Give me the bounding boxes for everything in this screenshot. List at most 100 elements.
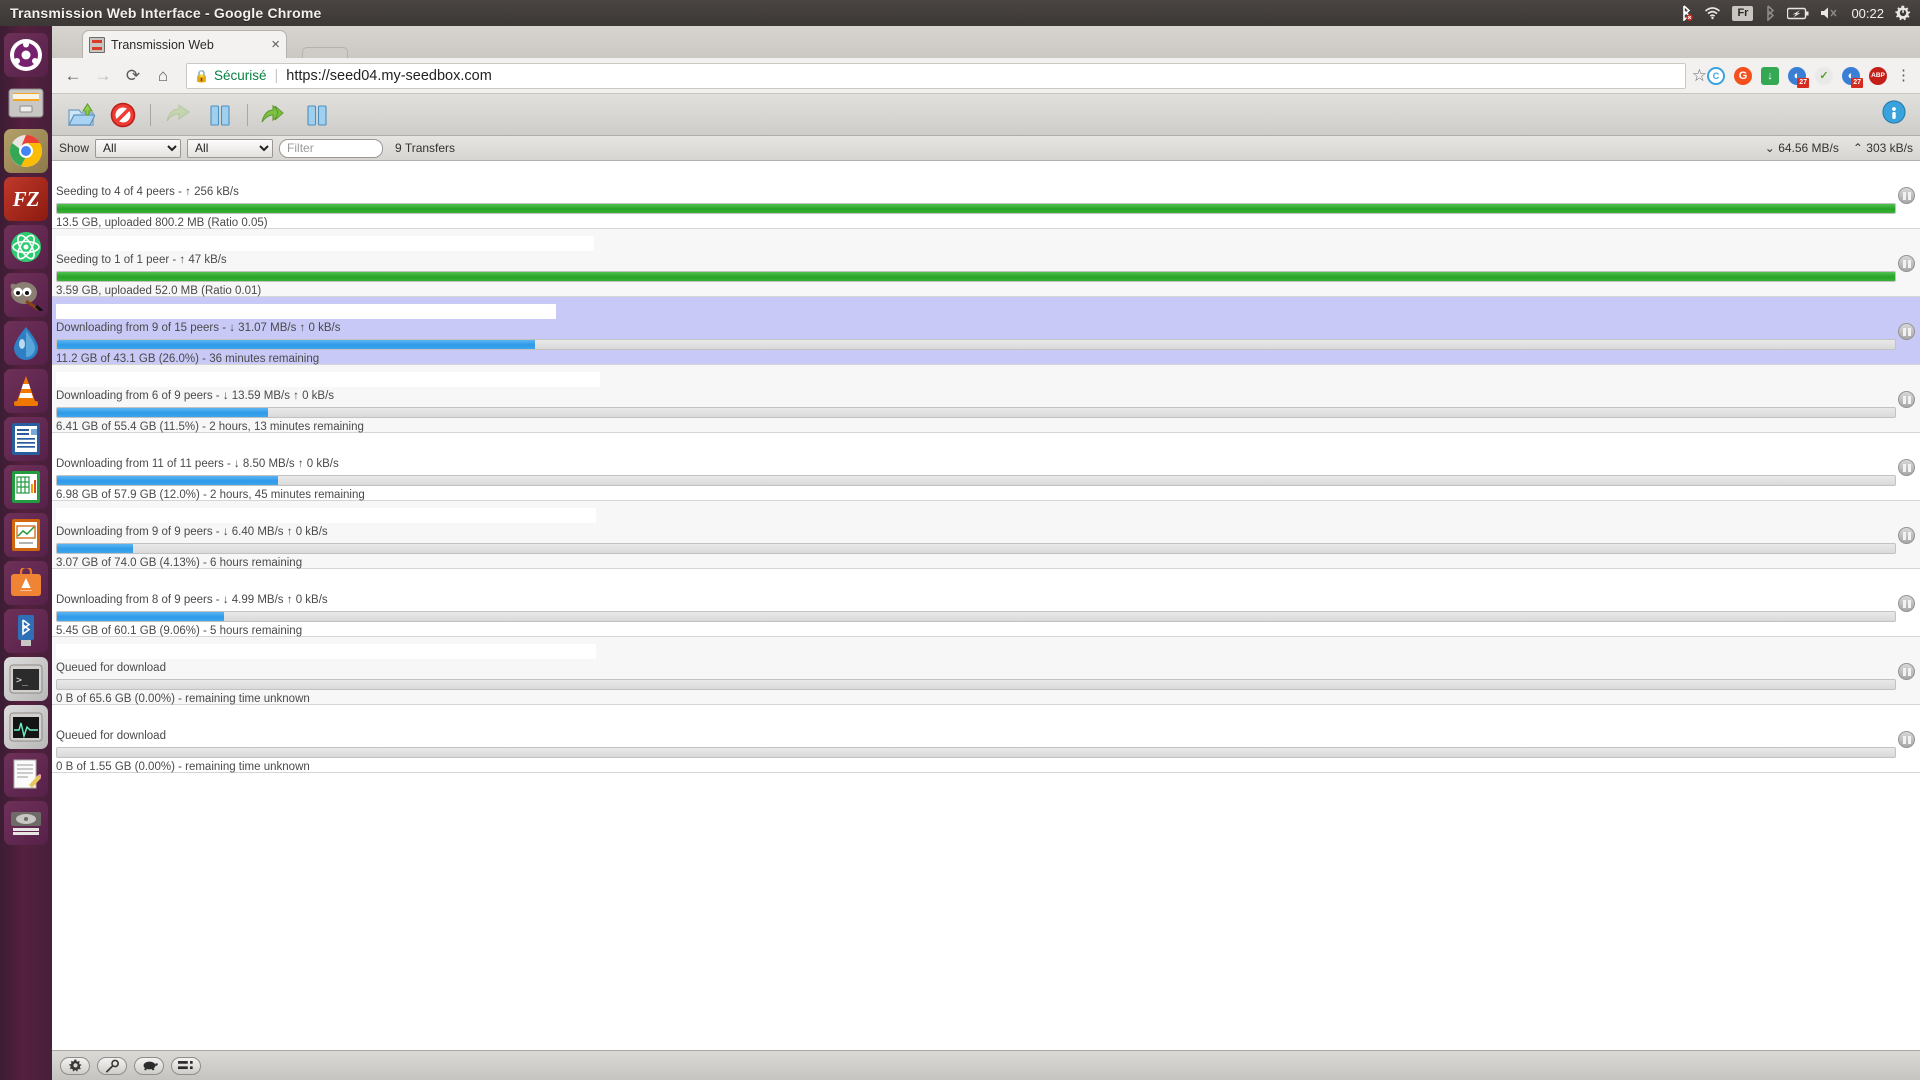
download-speed-value: 64.56 MB/s <box>1778 141 1839 155</box>
address-bar[interactable]: 🔒 Sécurisé | https://seed04.my-seedbox.c… <box>186 62 1686 89</box>
pause-circle-icon[interactable] <box>1898 187 1915 204</box>
pause-circle-icon[interactable] <box>1898 595 1915 612</box>
torrent-row[interactable]: Seeding to 1 of 1 peer - ↑ 47 kB/s 3.59 G… <box>52 229 1920 297</box>
star-icon[interactable]: ☆ <box>1692 66 1707 86</box>
launcher-item-gimp[interactable] <box>4 273 48 317</box>
filter-input[interactable] <box>279 138 384 158</box>
pause-circle-icon[interactable] <box>1898 255 1915 272</box>
transmission-favicon <box>89 36 105 53</box>
extension-icon-5[interactable]: ✓ <box>1815 66 1833 85</box>
back-button[interactable]: ← <box>58 61 88 91</box>
pause-circle-icon[interactable] <box>1898 391 1915 408</box>
torrent-row[interactable]: Downloading from 9 of 9 peers - ↓ 6.40 M… <box>52 501 1920 569</box>
torrent-progress-bar <box>56 679 1896 690</box>
kebab-menu-icon[interactable]: ⋮ <box>1896 68 1911 83</box>
reload-button[interactable]: ⟳ <box>118 61 148 91</box>
compact-view-button[interactable] <box>171 1056 201 1075</box>
pause-circle-icon[interactable] <box>1898 731 1915 748</box>
torrent-peer-status: Downloading from 11 of 11 peers - ↓ 8.50… <box>56 458 339 470</box>
clock[interactable]: 00:22 <box>1851 6 1884 21</box>
upload-speed-value: 303 kB/s <box>1866 141 1913 155</box>
launcher-item-disks[interactable] <box>4 801 48 845</box>
home-button[interactable]: ⌂ <box>148 61 178 91</box>
torrent-name <box>56 236 594 251</box>
torrent-name <box>56 712 596 727</box>
torrent-name <box>56 304 556 319</box>
transmission-toolbar <box>52 94 1920 136</box>
torrent-name <box>56 440 636 455</box>
keyboard-layout-indicator[interactable]: Fr <box>1732 5 1754 21</box>
alt-speed-button[interactable] <box>134 1056 164 1075</box>
launcher-item-ubuntu-software[interactable] <box>4 561 48 605</box>
torrent-progress-bar <box>56 747 1896 758</box>
no-entry-icon[interactable] <box>102 98 144 132</box>
launcher-item-text-editor[interactable] <box>4 753 48 797</box>
state-filter-select[interactable]: All <box>95 138 182 158</box>
torrent-row[interactable]: Queued for download 0 B of 65.6 GB (0.00%… <box>52 637 1920 705</box>
launcher-item-filezilla[interactable]: FZ <box>4 177 48 221</box>
pause-circle-icon[interactable] <box>1898 527 1915 544</box>
torrent-peer-status: Downloading from 9 of 15 peers - ↓ 31.07… <box>56 322 341 334</box>
new-tab-button[interactable] <box>302 47 348 58</box>
torrent-peer-status: Downloading from 9 of 9 peers - ↓ 6.40 M… <box>56 526 328 538</box>
extension-icon-1[interactable]: C <box>1707 66 1725 85</box>
torrent-row[interactable]: Downloading from 8 of 9 peers - ↓ 4.99 M… <box>52 569 1920 637</box>
launcher-item-files[interactable] <box>4 81 48 125</box>
torrent-list[interactable]: Seeding to 4 of 4 peers - ↑ 256 kB/s 13.5… <box>52 161 1920 1014</box>
extension-icon-6[interactable]: ◐ 27 <box>1842 66 1863 88</box>
torrent-progress-bar <box>56 475 1896 486</box>
extension-icon-2[interactable]: G <box>1734 66 1752 85</box>
launcher-item-vlc[interactable] <box>4 369 48 413</box>
launcher-item-ubuntu-dash[interactable] <box>4 33 48 77</box>
launcher-item-libreoffice-calc[interactable] <box>4 465 48 509</box>
inspector-button[interactable] <box>97 1056 127 1075</box>
power-gear-icon[interactable] <box>1895 0 1911 26</box>
launcher-item-libreoffice-impress[interactable] <box>4 513 48 557</box>
bluetooth-disabled-icon[interactable] <box>1679 0 1694 26</box>
volume-muted-icon[interactable] <box>1820 0 1840 26</box>
torrent-progress-bar <box>56 543 1896 554</box>
launcher-item-bluetooth-usb[interactable] <box>4 609 48 653</box>
torrent-progress-bar <box>56 407 1896 418</box>
pause-circle-icon[interactable] <box>1898 323 1915 340</box>
green-double-arrow-icon[interactable] <box>254 98 296 132</box>
pause-circle-icon[interactable] <box>1898 459 1915 476</box>
forward-button[interactable]: → <box>88 61 118 91</box>
torrent-row[interactable]: Downloading from 6 of 9 peers - ↓ 13.59 … <box>52 365 1920 433</box>
adblock-plus-icon[interactable]: ABP <box>1869 66 1887 85</box>
torrent-peer-status: Downloading from 6 of 9 peers - ↓ 13.59 … <box>56 390 335 402</box>
open-folder-upload-icon[interactable] <box>60 98 102 132</box>
torrent-peer-status: Queued for download <box>56 662 166 674</box>
torrent-row[interactable]: Seeding to 4 of 4 peers - ↑ 256 kB/s 13.5… <box>52 161 1920 229</box>
speed-indicators: ⌄ 64.56 MB/s ⌃ 303 kB/s <box>1765 141 1913 155</box>
preferences-button[interactable] <box>60 1056 90 1075</box>
pause-circle-icon[interactable] <box>1898 663 1915 680</box>
launcher-item-google-chrome[interactable] <box>4 129 48 173</box>
torrent-name <box>56 644 596 659</box>
close-icon[interactable]: × <box>271 37 280 52</box>
url-text: https://seed04.my-seedbox.com <box>286 67 492 84</box>
bluetooth-icon[interactable] <box>1764 0 1776 26</box>
torrent-stats: 0 B of 1.55 GB (0.00%) - remaining time … <box>56 761 310 773</box>
torrent-row[interactable]: Downloading from 9 of 15 peers - ↓ 31.07… <box>52 297 1920 365</box>
launcher-item-libreoffice-writer[interactable] <box>4 417 48 461</box>
torrent-progress-fill <box>57 408 269 417</box>
transmission-filter-bar: Show All All 9 Transfers ⌄ 64.56 MB/s ⌃ … <box>52 136 1920 161</box>
torrent-progress-fill <box>57 204 1895 213</box>
green-arrow-icon[interactable] <box>157 98 199 132</box>
torrent-row[interactable]: Downloading from 11 of 11 peers - ↓ 8.50… <box>52 433 1920 501</box>
launcher-item-atom[interactable] <box>4 225 48 269</box>
launcher-item-system-monitor[interactable] <box>4 705 48 749</box>
torrent-row[interactable]: Queued for download 0 B of 1.55 GB (0.00%… <box>52 705 1920 773</box>
tracker-filter-select[interactable]: All <box>187 138 274 158</box>
tab-transmission-web[interactable]: Transmission Web × <box>82 30 287 58</box>
launcher-item-terminal[interactable]: >_ <box>4 657 48 701</box>
wifi-icon[interactable] <box>1704 0 1721 26</box>
pause-bars-icon[interactable] <box>199 98 241 132</box>
extension-icon-4[interactable]: ◐ 27 <box>1788 66 1809 88</box>
info-button[interactable] <box>1882 100 1906 129</box>
pause-all-bars-icon[interactable] <box>296 98 338 132</box>
launcher-item-deluge[interactable] <box>4 321 48 365</box>
extension-icon-3[interactable]: ↓ <box>1761 66 1779 85</box>
battery-charging-icon[interactable] <box>1787 0 1809 26</box>
